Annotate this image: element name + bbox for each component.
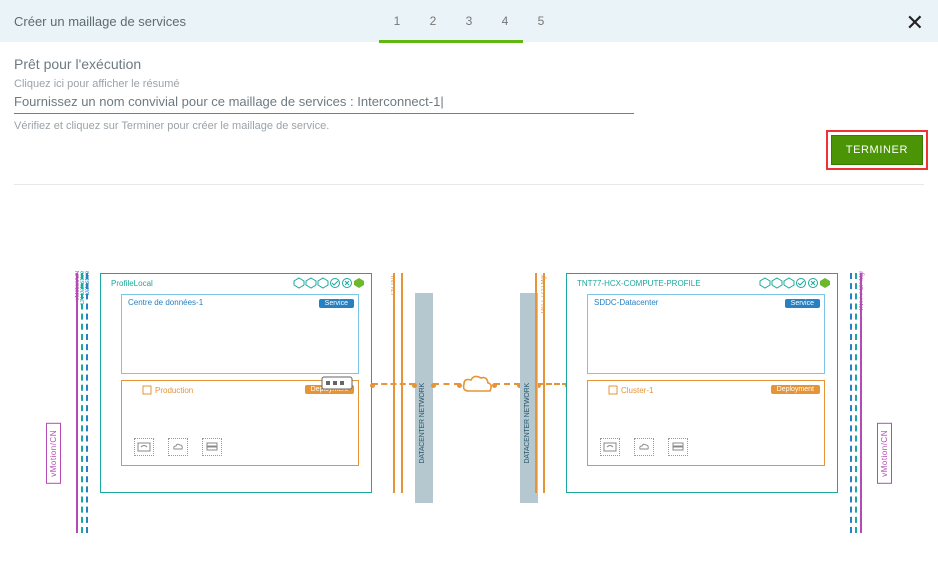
net-col-left-label: DATACENTER NETWORK: [419, 383, 426, 464]
host-icon: [600, 438, 620, 456]
rail-vmotion: [76, 273, 78, 533]
topology-diagram: vMotion/CN ProfileLocal Centre de donnée…: [0, 273, 938, 573]
wizard-header: Créer un maillage de services 1 2 3 4 5 …: [0, 0, 938, 42]
right-cluster-box: Cluster-1 Deployment: [587, 380, 825, 466]
right-dc-badge: Service: [785, 299, 820, 308]
step-2[interactable]: 2: [415, 0, 451, 42]
left-profile-name: ProfileLocal: [111, 279, 153, 288]
left-profile-header: ProfileLocal: [101, 274, 371, 292]
cloud-icon: [634, 438, 654, 456]
name-value: Interconnect-1: [357, 94, 440, 109]
left-datacenter-box: Centre de données-1 Service: [121, 294, 359, 374]
rail: [850, 273, 852, 533]
left-dc-name: Centre de données-1: [128, 298, 203, 307]
right-datacenter-box: SDDC-Datacenter Service: [587, 294, 825, 374]
right-profile-box: TNT77-HCX-COMPUTE-PROFILE SDDC-Datacente…: [566, 273, 838, 493]
finish-highlight: TERMINER: [826, 130, 928, 170]
summary-link[interactable]: Cliquez ici pour afficher le résumé: [14, 78, 924, 90]
connector: [433, 383, 460, 385]
rail-cn-datastore: [81, 273, 83, 533]
right-dc-name: SDDC-Datacenter: [594, 298, 658, 307]
net-col-right-label: DATACENTER NETWORK: [524, 383, 531, 464]
service-badges: [293, 277, 365, 289]
host-icon: [134, 438, 154, 456]
left-cluster-title: Production: [142, 385, 193, 395]
action-area: TERMINER: [0, 140, 938, 184]
rail-vmotion: [860, 273, 862, 533]
badge-hex-icon: [759, 277, 771, 289]
hint-text: Vérifiez et cliquez sur Terminer pour cr…: [14, 120, 924, 132]
badge-green-icon: [353, 277, 365, 289]
left-cluster-name: Production: [155, 386, 193, 395]
badge-hex-icon: [305, 277, 317, 289]
right-cluster-name: Cluster-1: [621, 386, 653, 395]
badge-hex-icon: [317, 277, 329, 289]
rail: [855, 273, 857, 533]
content-area: Prêt pour l'exécution Cliquez ici pour a…: [0, 42, 938, 140]
right-net-rail-b: [535, 273, 537, 493]
step-progress-underline: [379, 40, 523, 43]
badge-green-icon: [819, 277, 831, 289]
badge-hex-icon: [771, 277, 783, 289]
cloud-icon: [168, 438, 188, 456]
rail-datastore: [86, 273, 88, 533]
badge-hex-icon: [783, 277, 795, 289]
badge-hex-icon: [293, 277, 305, 289]
close-icon[interactable]: ✕: [906, 10, 924, 36]
left-side-label: vMotion/CN: [46, 423, 61, 484]
step-5[interactable]: 5: [523, 0, 559, 42]
right-cluster-badge: Deployment: [771, 385, 820, 394]
left-dc-badge: Service: [319, 299, 354, 308]
right-rails: [842, 273, 862, 533]
cloud-center-icon: [460, 373, 494, 400]
divider: [14, 184, 924, 185]
name-label: Fournissez un nom convivial pour ce mail…: [14, 94, 354, 109]
name-input-row[interactable]: Fournissez un nom convivial pour ce mail…: [14, 94, 634, 114]
badge-circle-icon: [341, 277, 353, 289]
right-cluster-title: Cluster-1: [608, 385, 653, 395]
badge-circle-icon: [807, 277, 819, 289]
server-icon: [202, 438, 222, 456]
connector: [494, 383, 520, 385]
badge-circle-icon: [329, 277, 341, 289]
connector: [372, 383, 415, 385]
finish-button[interactable]: TERMINER: [831, 135, 923, 165]
right-profile-header: TNT77-HCX-COMPUTE-PROFILE: [567, 274, 837, 292]
right-net-rail-a: [543, 273, 545, 493]
net-column-left: DATACENTER NETWORK: [415, 293, 433, 503]
left-rails: [76, 273, 96, 533]
wizard-steps: 1 2 3 4 5: [379, 0, 559, 42]
step-4[interactable]: 4: [487, 0, 523, 42]
right-side-label: vMotion/CN: [877, 423, 892, 484]
page-subtitle: Prêt pour l'exécution: [14, 56, 924, 72]
service-badges: [759, 277, 831, 289]
step-1[interactable]: 1: [379, 0, 415, 42]
right-profile-name: TNT77-HCX-COMPUTE-PROFILE: [577, 279, 701, 288]
step-3[interactable]: 3: [451, 0, 487, 42]
left-switch-icon: [320, 371, 354, 396]
cursor: |: [440, 94, 443, 109]
server-icon: [668, 438, 688, 456]
badge-circle-icon: [795, 277, 807, 289]
wizard-title: Créer un maillage de services: [14, 14, 186, 29]
